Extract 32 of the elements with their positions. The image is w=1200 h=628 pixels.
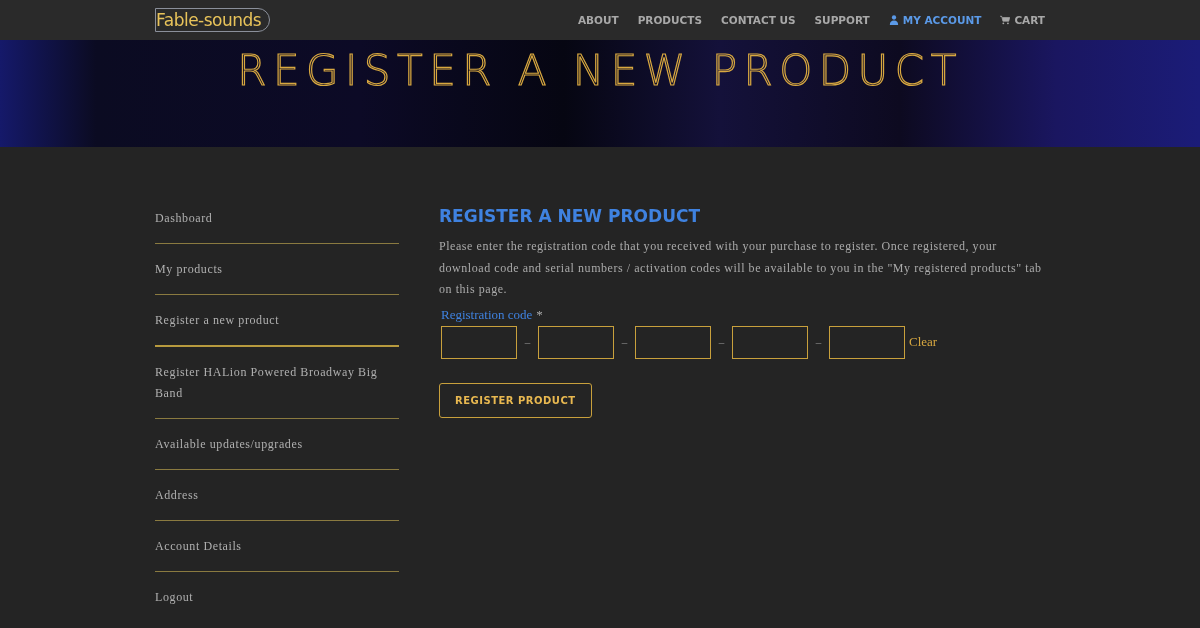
nav-link[interactable]: ABOUT — [577, 14, 619, 26]
intro-text: Please enter the registration code that you received with your purchase to register. Once registered, your download code and serial numbers / activation codes will be available to you in the "My registered products" tab on this page. — [439, 238, 1043, 298]
sidebar-item[interactable]: Account Details — [155, 528, 399, 572]
required-mark: * — [536, 306, 543, 323]
sidebar-item[interactable]: Register a new product — [155, 302, 399, 347]
code-input-field[interactable] — [538, 325, 614, 359]
separator: – — [717, 336, 726, 348]
separator: – — [814, 336, 823, 348]
nav-link[interactable]: CART — [1000, 14, 1045, 26]
code-input-field[interactable] — [732, 325, 808, 359]
sidebar-item[interactable]: Dashboard — [155, 200, 399, 244]
user-icon — [888, 15, 899, 25]
nav-link[interactable]: SUPPORT — [814, 14, 870, 26]
code-input-field[interactable] — [441, 325, 517, 359]
sidebar-item[interactable]: Address — [155, 477, 399, 521]
separator: – — [620, 336, 629, 348]
code-input-field[interactable] — [635, 325, 711, 359]
clear-link[interactable]: Clear — [909, 334, 938, 350]
sidebar-item[interactable]: My products — [155, 251, 399, 295]
nav-link[interactable]: PRODUCTS — [637, 14, 703, 26]
page-heading: REGISTER A NEW PRODUCT — [439, 206, 702, 226]
code-input-field[interactable] — [829, 325, 905, 359]
nav-link[interactable]: MY ACCOUNT — [888, 14, 982, 26]
cart-icon — [1000, 15, 1011, 25]
sidebar-item[interactable]: Available updates/upgrades — [155, 426, 399, 470]
sidebar-item[interactable]: Register HALion Powered Broadway Big Band — [155, 354, 399, 419]
register-product-button[interactable]: REGISTER PRODUCT — [439, 382, 592, 418]
sidebar-item[interactable]: Logout — [155, 579, 399, 623]
separator: – — [523, 336, 532, 348]
nav-link[interactable]: CONTACT US — [721, 14, 796, 26]
field-label: Registration code — [441, 306, 533, 323]
banner-title: REGISTER A NEW PRODUCT — [236, 45, 964, 95]
